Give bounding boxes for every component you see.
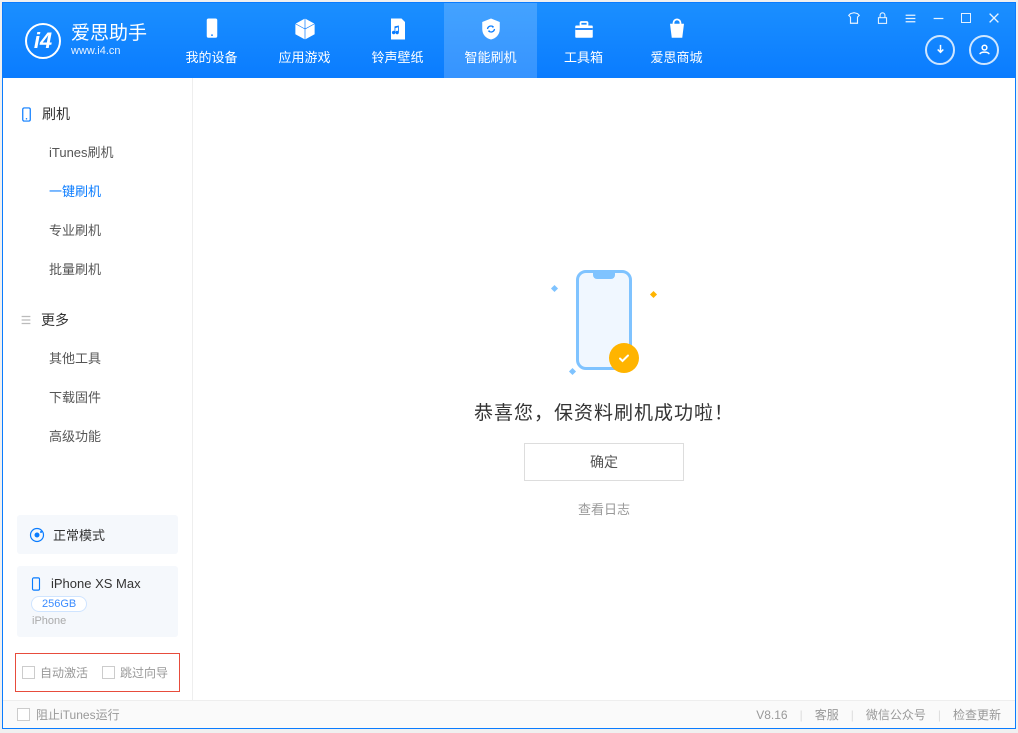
group-title: 刷机 xyxy=(42,104,70,124)
lock-icon[interactable] xyxy=(873,9,891,27)
device-type: iPhone xyxy=(32,615,166,627)
phone-icon xyxy=(198,15,226,43)
mode-label: 正常模式 xyxy=(53,525,105,544)
tab-flash[interactable]: 智能刷机 xyxy=(444,3,537,78)
tab-ringtones[interactable]: 铃声壁纸 xyxy=(351,3,444,78)
sparkle-icon xyxy=(551,285,558,292)
ok-button[interactable]: 确定 xyxy=(524,443,684,481)
sidebar-item-other-tools[interactable]: 其他工具 xyxy=(3,338,192,377)
window-controls xyxy=(841,3,1007,33)
app-title: 爱思助手 xyxy=(71,23,147,45)
shirt-icon[interactable] xyxy=(845,9,863,27)
tab-my-device[interactable]: 我的设备 xyxy=(165,3,258,78)
success-message: 恭喜您，保资料刷机成功啦！ xyxy=(474,398,734,425)
checkbox-label: 跳过向导 xyxy=(120,664,168,681)
music-file-icon xyxy=(384,15,412,43)
list-icon xyxy=(19,313,33,327)
checkbox-label: 阻止iTunes运行 xyxy=(36,706,120,723)
separator: | xyxy=(800,708,803,722)
group-title: 更多 xyxy=(41,310,69,330)
block-itunes-checkbox[interactable]: 阻止iTunes运行 xyxy=(17,706,120,723)
download-button[interactable] xyxy=(925,35,955,65)
main-content: 恭喜您，保资料刷机成功啦！ 确定 查看日志 xyxy=(193,78,1015,700)
menu-icon[interactable] xyxy=(901,9,919,27)
maximize-button[interactable] xyxy=(957,9,975,27)
minimize-button[interactable] xyxy=(929,9,947,27)
user-button[interactable] xyxy=(969,35,999,65)
tab-toolbox[interactable]: 工具箱 xyxy=(537,3,630,78)
sparkle-icon xyxy=(650,291,657,298)
mode-icon xyxy=(29,527,45,543)
sidebar-item-itunes-flash[interactable]: iTunes刷机 xyxy=(3,132,192,171)
checkbox-icon xyxy=(102,666,115,679)
tab-label: 爱思商城 xyxy=(651,47,703,66)
separator: | xyxy=(938,708,941,722)
header: i4 爱思助手 www.i4.cn 我的设备 应用游戏 铃声壁纸 智能刷机 xyxy=(3,3,1015,78)
phone-icon xyxy=(576,270,632,370)
tab-label: 智能刷机 xyxy=(465,47,517,66)
sidebar-item-pro-flash[interactable]: 专业刷机 xyxy=(3,210,192,249)
sidebar: 刷机 iTunes刷机 一键刷机 专业刷机 批量刷机 更多 其他工具 下载固件 … xyxy=(3,78,193,700)
separator: | xyxy=(851,708,854,722)
logo-icon: i4 xyxy=(25,23,61,59)
footer: 阻止iTunes运行 V8.16 | 客服 | 微信公众号 | 检查更新 xyxy=(3,700,1015,728)
success-illustration xyxy=(544,260,664,380)
tab-apps[interactable]: 应用游戏 xyxy=(258,3,351,78)
skip-guide-checkbox[interactable]: 跳过向导 xyxy=(102,664,168,681)
tab-label: 应用游戏 xyxy=(279,47,331,66)
sidebar-item-batch-flash[interactable]: 批量刷机 xyxy=(3,249,192,288)
check-badge-icon xyxy=(609,343,639,373)
checkbox-label: 自动激活 xyxy=(40,664,88,681)
checkbox-icon xyxy=(22,666,35,679)
auto-activate-checkbox[interactable]: 自动激活 xyxy=(22,664,88,681)
tab-label: 我的设备 xyxy=(186,47,238,66)
bottom-options-highlight: 自动激活 跳过向导 xyxy=(15,653,180,692)
logo: i4 爱思助手 www.i4.cn xyxy=(3,3,165,78)
cube-icon xyxy=(291,15,319,43)
version-label: V8.16 xyxy=(756,708,787,722)
tab-store[interactable]: 爱思商城 xyxy=(630,3,723,78)
tab-label: 工具箱 xyxy=(564,47,603,66)
sidebar-item-download-firmware[interactable]: 下载固件 xyxy=(3,377,192,416)
sidebar-item-oneclick-flash[interactable]: 一键刷机 xyxy=(3,171,192,210)
footer-link-wechat[interactable]: 微信公众号 xyxy=(866,706,926,723)
footer-link-update[interactable]: 检查更新 xyxy=(953,706,1001,723)
mode-panel[interactable]: 正常模式 xyxy=(17,515,178,554)
bag-icon xyxy=(663,15,691,43)
nav-tabs: 我的设备 应用游戏 铃声壁纸 智能刷机 工具箱 爱思商城 xyxy=(165,3,723,78)
device-panel[interactable]: iPhone XS Max 256GB iPhone xyxy=(17,566,178,637)
sidebar-group-more: 更多 xyxy=(3,302,192,338)
app-subtitle: www.i4.cn xyxy=(71,45,147,58)
app-window: i4 爱思助手 www.i4.cn 我的设备 应用游戏 铃声壁纸 智能刷机 xyxy=(2,2,1016,729)
body: 刷机 iTunes刷机 一键刷机 专业刷机 批量刷机 更多 其他工具 下载固件 … xyxy=(3,78,1015,700)
sparkle-icon xyxy=(569,368,576,375)
close-button[interactable] xyxy=(985,9,1003,27)
phone-small-icon xyxy=(29,577,43,591)
sidebar-item-advanced[interactable]: 高级功能 xyxy=(3,416,192,455)
footer-link-support[interactable]: 客服 xyxy=(815,706,839,723)
device-name-text: iPhone XS Max xyxy=(51,576,141,591)
capacity-badge: 256GB xyxy=(31,596,87,612)
device-icon xyxy=(19,107,34,122)
shield-sync-icon xyxy=(477,15,505,43)
view-log-link[interactable]: 查看日志 xyxy=(578,499,630,518)
tab-label: 铃声壁纸 xyxy=(372,47,424,66)
checkbox-icon xyxy=(17,708,30,721)
sidebar-group-flash: 刷机 xyxy=(3,96,192,132)
toolbox-icon xyxy=(570,15,598,43)
